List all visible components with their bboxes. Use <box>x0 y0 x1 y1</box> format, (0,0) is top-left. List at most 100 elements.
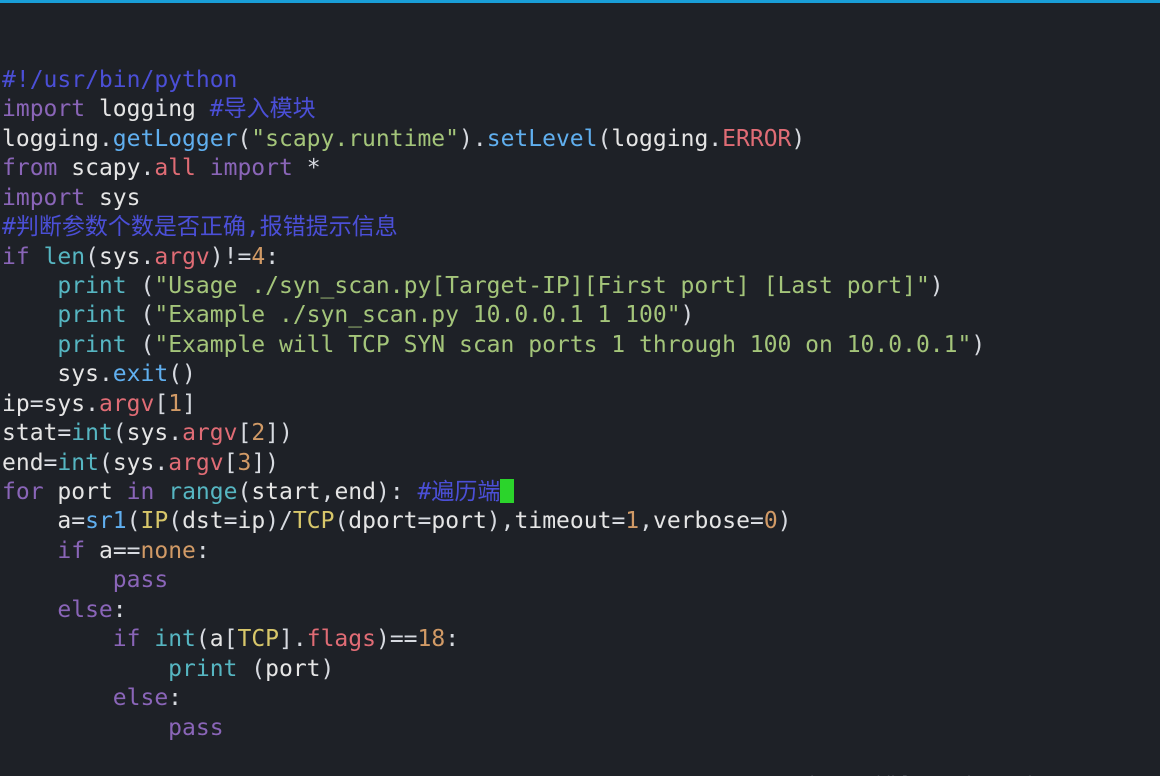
code-token: 4 <box>251 244 265 270</box>
code-token: , <box>321 479 335 505</box>
code-line: else: <box>2 684 1158 713</box>
code-token: timeout <box>515 508 612 534</box>
code-line: else: <box>2 596 1158 625</box>
code-token: [ <box>224 626 238 652</box>
code-token: for <box>2 479 44 505</box>
code-token <box>2 685 113 711</box>
code-token: int <box>71 420 113 446</box>
code-token <box>57 155 71 181</box>
code-token: 3 <box>237 450 251 476</box>
code-line: pass <box>2 566 1158 595</box>
code-token: ERROR <box>722 126 791 152</box>
code-token: print <box>57 332 126 358</box>
code-token: )== <box>376 626 418 652</box>
code-token: len <box>44 244 86 270</box>
code-token: [ <box>154 391 168 417</box>
code-token: print <box>57 273 126 299</box>
code-token: sys <box>44 391 86 417</box>
code-token: else <box>113 685 168 711</box>
code-token <box>293 155 307 181</box>
code-token: if <box>2 244 30 270</box>
code-token <box>85 96 99 122</box>
code-token <box>2 508 57 534</box>
code-token: = <box>57 420 71 446</box>
code-token <box>85 538 99 564</box>
code-token <box>2 273 57 299</box>
code-token: ( <box>99 450 113 476</box>
code-token: ) <box>971 332 985 358</box>
code-token: ) <box>791 126 805 152</box>
code-token <box>196 155 210 181</box>
code-token: import <box>2 96 85 122</box>
code-line: import logging #导入模块 <box>2 95 1158 124</box>
code-line: import sys <box>2 184 1158 213</box>
code-token: port <box>431 508 486 534</box>
code-token: . <box>99 126 113 152</box>
code-token: verbose <box>653 508 750 534</box>
code-token: : <box>113 597 127 623</box>
code-token: ( <box>127 302 155 328</box>
code-token: ]) <box>251 450 279 476</box>
code-token <box>154 479 168 505</box>
code-token: . <box>168 420 182 446</box>
code-token <box>2 538 57 564</box>
code-token: stat <box>2 420 57 446</box>
code-token: ): <box>376 479 418 505</box>
code-line: sys.exit() <box>2 360 1158 389</box>
code-token: = <box>750 508 764 534</box>
code-token: getLogger <box>113 126 238 152</box>
code-token: ( <box>598 126 612 152</box>
code-token <box>44 479 58 505</box>
code-token: ( <box>85 244 99 270</box>
code-token: import <box>210 155 293 181</box>
text-cursor <box>500 479 514 503</box>
code-token: ]. <box>279 626 307 652</box>
code-token: == <box>113 538 141 564</box>
code-token <box>2 626 113 652</box>
code-token: in <box>127 479 155 505</box>
code-token: none <box>141 538 196 564</box>
code-token <box>113 479 127 505</box>
code-token: int <box>57 450 99 476</box>
code-token: ( <box>237 479 251 505</box>
code-token: "Example will TCP SYN scan ports 1 throu… <box>154 332 971 358</box>
code-token: ( <box>127 273 155 299</box>
code-token: 18 <box>418 626 446 652</box>
code-token: : <box>265 244 279 270</box>
code-line: print ("Usage ./syn_scan.py[Target-IP][F… <box>2 272 1158 301</box>
code-token: argv <box>154 244 209 270</box>
code-token: logging <box>611 126 708 152</box>
code-token: : <box>445 626 459 652</box>
code-token: "Example ./syn_scan.py 10.0.0.1 1 100" <box>154 302 680 328</box>
code-token: . <box>85 391 99 417</box>
code-token: ip <box>2 391 30 417</box>
code-token: int <box>154 626 196 652</box>
code-token <box>2 656 168 682</box>
code-token <box>2 715 168 741</box>
code-line: if len(sys.argv)!=4: <box>2 243 1158 272</box>
code-token <box>85 185 99 211</box>
code-token: if <box>57 538 85 564</box>
code-token: ( <box>168 508 182 534</box>
code-token <box>2 361 57 387</box>
code-token: if <box>113 626 141 652</box>
code-token: ( <box>127 332 155 358</box>
code-token: a <box>210 626 224 652</box>
code-line: end=int(sys.argv[3]) <box>2 449 1158 478</box>
code-token: from <box>2 155 57 181</box>
code-token: . <box>708 126 722 152</box>
code-token: #导入模块 <box>210 96 316 122</box>
code-token: . <box>141 155 155 181</box>
code-token: . <box>473 126 487 152</box>
code-token: else <box>57 597 112 623</box>
code-token: IP <box>141 508 169 534</box>
code-token: = <box>30 391 44 417</box>
code-token: "scapy.runtime" <box>251 126 459 152</box>
code-token: ( <box>127 508 141 534</box>
code-token: 0 <box>764 508 778 534</box>
code-line: for port in range(start,end): #遍历端 <box>2 478 1158 507</box>
code-token: print <box>168 656 237 682</box>
code-token: dst <box>182 508 224 534</box>
code-token: != <box>224 244 252 270</box>
code-token: = <box>44 450 58 476</box>
